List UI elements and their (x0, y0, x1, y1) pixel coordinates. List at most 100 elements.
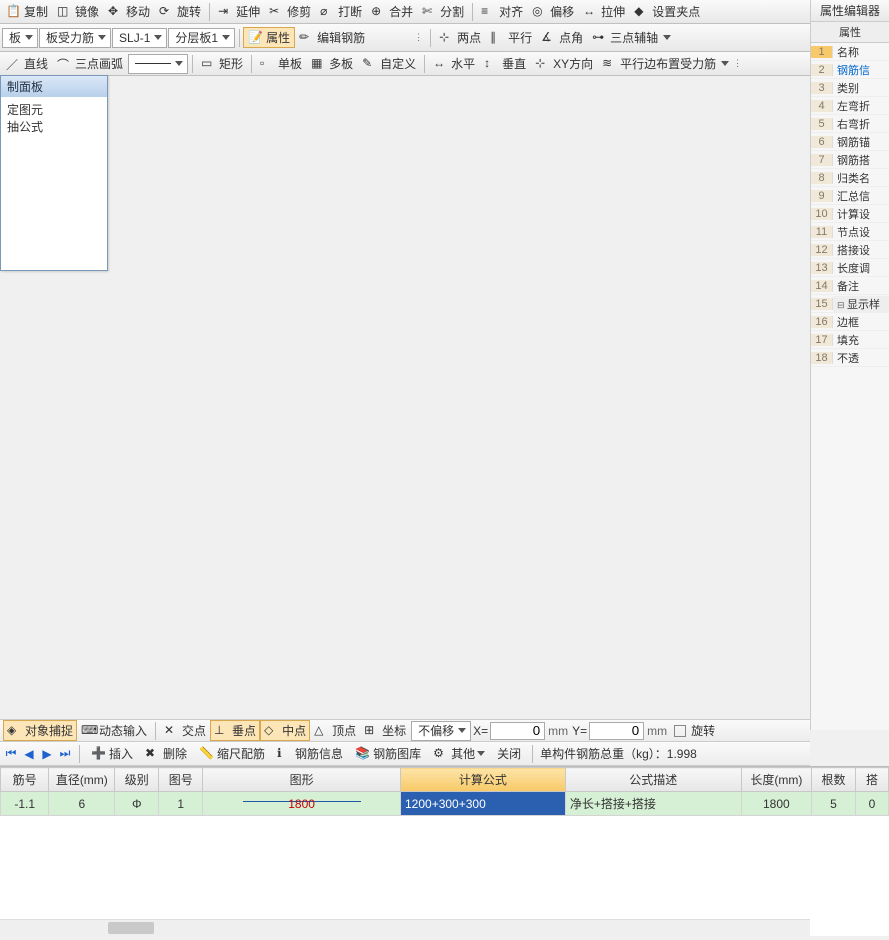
row-value[interactable]: 类别 (833, 80, 889, 96)
property-row[interactable]: 18 不透 (811, 349, 889, 367)
stretch-button[interactable]: ↔拉伸 (579, 2, 629, 21)
name-dropdown[interactable]: SLJ-1 (112, 28, 167, 48)
cell-adj[interactable]: 0 (855, 792, 888, 816)
twopoint-button[interactable]: ⊹两点 (435, 28, 485, 47)
row-value[interactable]: 显示样 (833, 296, 889, 312)
property-row[interactable]: 8归类名 (811, 169, 889, 187)
offset-button[interactable]: ◎偏移 (528, 2, 578, 21)
xy-button[interactable]: ⊹XY方向 (531, 54, 597, 73)
row-value[interactable]: 钢筋信 (833, 62, 889, 78)
rotate-button[interactable]: ⟳旋转 (155, 2, 205, 21)
chevron-down-icon[interactable] (663, 35, 671, 40)
cell-no[interactable]: -1.1 (1, 792, 49, 816)
cell-len[interactable]: 1800 (741, 792, 811, 816)
property-row[interactable]: 4左弯折 (811, 97, 889, 115)
objsnap-toggle[interactable]: ◈对象捕捉 (4, 721, 76, 740)
setgrip-button[interactable]: ◆设置夹点 (630, 2, 704, 21)
insert-button[interactable]: ➕插入 (87, 744, 137, 763)
horizontal-scrollbar[interactable] (0, 919, 810, 936)
property-row[interactable]: 17 填充 (811, 331, 889, 349)
property-row[interactable]: 6钢筋锚 (811, 133, 889, 151)
rotate-toggle[interactable]: 旋转 (671, 721, 718, 740)
custom-button[interactable]: ✎自定义 (358, 54, 420, 73)
row-value[interactable]: 备注 (833, 278, 889, 294)
row-value[interactable]: 搭接设 (833, 242, 889, 258)
col-adj[interactable]: 搭 (855, 768, 888, 792)
nav-next-button[interactable]: ▶ (40, 747, 54, 761)
coord-button[interactable]: ⊞坐标 (361, 721, 409, 740)
cell-fig[interactable]: 1 (159, 792, 203, 816)
horiz-button[interactable]: ↔水平 (429, 54, 479, 73)
trim-button[interactable]: ✂修剪 (265, 2, 315, 21)
overflow-icon[interactable]: ⋮ (411, 32, 426, 43)
property-row[interactable]: 13长度调 (811, 259, 889, 277)
cell-desc[interactable]: 净长+搭接+搭接 (565, 792, 741, 816)
property-row[interactable]: 1名称 (811, 43, 889, 61)
col-dia[interactable]: 直径(mm) (49, 768, 115, 792)
merge-button[interactable]: ⊕合并 (367, 2, 417, 21)
delete-button[interactable]: ✖删除 (141, 744, 191, 763)
y-input[interactable] (589, 722, 644, 740)
property-row[interactable]: 14备注 (811, 277, 889, 295)
perp-toggle[interactable]: ⊥垂点 (211, 721, 259, 740)
mid-toggle[interactable]: ◇中点 (261, 721, 309, 740)
row-value[interactable]: 钢筋搭 (833, 152, 889, 168)
move-button[interactable]: ✥移动 (104, 2, 154, 21)
cell-grade[interactable]: Φ (115, 792, 159, 816)
property-row[interactable]: 10计算设 (811, 205, 889, 223)
x-input[interactable] (490, 722, 545, 740)
close-button[interactable]: 关闭 (493, 744, 525, 763)
col-shape[interactable]: 图形 (203, 768, 401, 792)
col-formula[interactable]: 计算公式 (401, 768, 566, 792)
rebar-dropdown[interactable]: 板受力筋 (39, 28, 111, 48)
row-value[interactable]: 计算设 (833, 206, 889, 222)
col-len[interactable]: 长度(mm) (741, 768, 811, 792)
layer-dropdown[interactable]: 分层板1 (168, 28, 235, 48)
dynamic-input-toggle[interactable]: ⌨动态输入 (78, 721, 150, 740)
threeptaux-button[interactable]: ⊶三点辅轴 (588, 28, 662, 47)
edit-rebar-button[interactable]: ✏编辑钢筋 (295, 28, 369, 47)
property-row[interactable]: 5右弯折 (811, 115, 889, 133)
property-row[interactable]: 12搭接设 (811, 241, 889, 259)
row-value[interactable]: 钢筋锚 (833, 134, 889, 150)
property-row[interactable]: 3类别 (811, 79, 889, 97)
row-value[interactable]: 长度调 (833, 260, 889, 276)
col-grade[interactable]: 级别 (115, 768, 159, 792)
col-count[interactable]: 根数 (812, 768, 856, 792)
arc3-button[interactable]: ⌒三点画弧 (53, 54, 127, 73)
offset-mode-dropdown[interactable]: 不偏移 (411, 721, 471, 741)
pbforce-button[interactable]: ≋平行边布置受力筋 (598, 54, 720, 73)
parallel-button[interactable]: ∥平行 (486, 28, 536, 47)
rect-button[interactable]: ▭矩形 (197, 54, 247, 73)
extend-button[interactable]: ⇥延伸 (214, 2, 264, 21)
single-button[interactable]: ▫单板 (256, 54, 306, 73)
slab-dropdown[interactable]: 板 (2, 28, 38, 48)
scrollbar-thumb[interactable] (108, 922, 154, 934)
other-button[interactable]: ⚙其他 (429, 744, 489, 763)
row-value[interactable]: 不透 (833, 350, 889, 366)
props-button[interactable]: 📝属性 (244, 28, 294, 47)
overflow-icon[interactable]: ⋮ (730, 58, 745, 69)
split-button[interactable]: ✄分割 (418, 2, 468, 21)
nav-last-button[interactable]: ⏭ (58, 747, 72, 761)
row-value[interactable]: 填充 (833, 332, 889, 348)
ptangle-button[interactable]: ∡点角 (537, 28, 587, 47)
property-row[interactable]: 15显示样 (811, 295, 889, 313)
nav-prev-button[interactable]: ◀ (22, 747, 36, 761)
cell-shape[interactable]: 1800 (203, 792, 401, 816)
mirror-button[interactable]: ◫镜像 (53, 2, 103, 21)
cell-count[interactable]: 5 (812, 792, 856, 816)
property-row[interactable]: 7钢筋搭 (811, 151, 889, 169)
break-button[interactable]: ⌀打断 (316, 2, 366, 21)
property-row[interactable]: 2钢筋信 (811, 61, 889, 79)
line-button[interactable]: ／直线 (2, 54, 52, 73)
row-value[interactable]: 汇总信 (833, 188, 889, 204)
property-row[interactable]: 11节点设 (811, 223, 889, 241)
apex-toggle[interactable]: △顶点 (311, 721, 359, 740)
scalebar-button[interactable]: 📏缩尺配筋 (195, 744, 269, 763)
vert-button[interactable]: ↕垂直 (480, 54, 530, 73)
col-desc[interactable]: 公式描述 (565, 768, 741, 792)
property-row[interactable]: 9汇总信 (811, 187, 889, 205)
cell-dia[interactable]: 6 (49, 792, 115, 816)
row-value[interactable]: 边框 (833, 314, 889, 330)
